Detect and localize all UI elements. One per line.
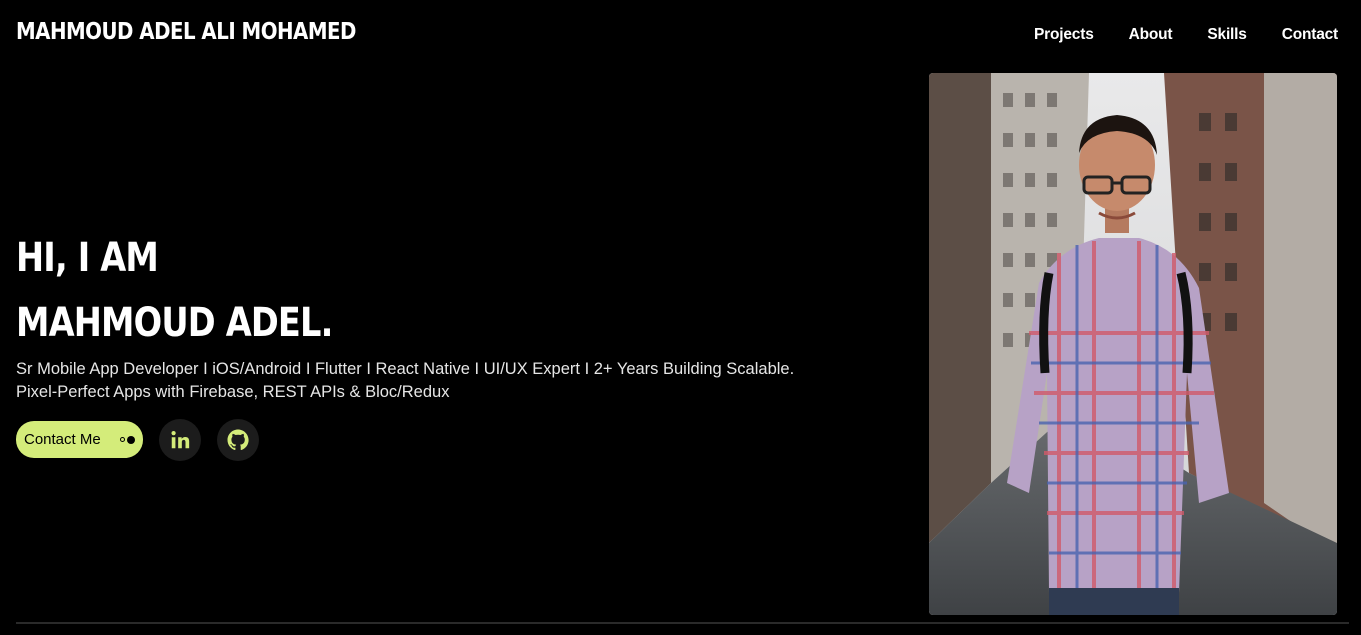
nav-about[interactable]: About <box>1129 26 1173 44</box>
nav-skills[interactable]: Skills <box>1207 26 1247 44</box>
profile-photo-illustration <box>929 73 1337 615</box>
tagline-line-2: Pixel-Perfect Apps with Firebase, REST A… <box>16 383 450 401</box>
nav-contact[interactable]: Contact <box>1282 26 1338 44</box>
dots-icon <box>120 435 135 444</box>
site-brand[interactable]: MAHMOUD ADEL ALI MOHAMED <box>16 19 356 45</box>
contact-me-button[interactable]: Contact Me <box>16 421 143 458</box>
linkedin-button[interactable] <box>159 419 201 461</box>
section-divider <box>16 622 1349 624</box>
hero-name: MAHMOUD ADEL. <box>16 300 333 346</box>
tagline-line-1: Sr Mobile App Developer I iOS/Android I … <box>16 360 795 378</box>
github-button[interactable] <box>217 419 259 461</box>
hero-tagline: Sr Mobile App Developer I iOS/Android I … <box>16 358 836 404</box>
nav-projects[interactable]: Projects <box>1034 26 1094 44</box>
main-nav: Projects About Skills Contact <box>1034 26 1338 44</box>
hero-greeting: HI, I AM <box>16 235 159 281</box>
github-icon <box>227 429 249 451</box>
contact-me-label: Contact Me <box>24 431 101 448</box>
profile-photo <box>929 73 1337 615</box>
linkedin-icon <box>171 431 190 449</box>
